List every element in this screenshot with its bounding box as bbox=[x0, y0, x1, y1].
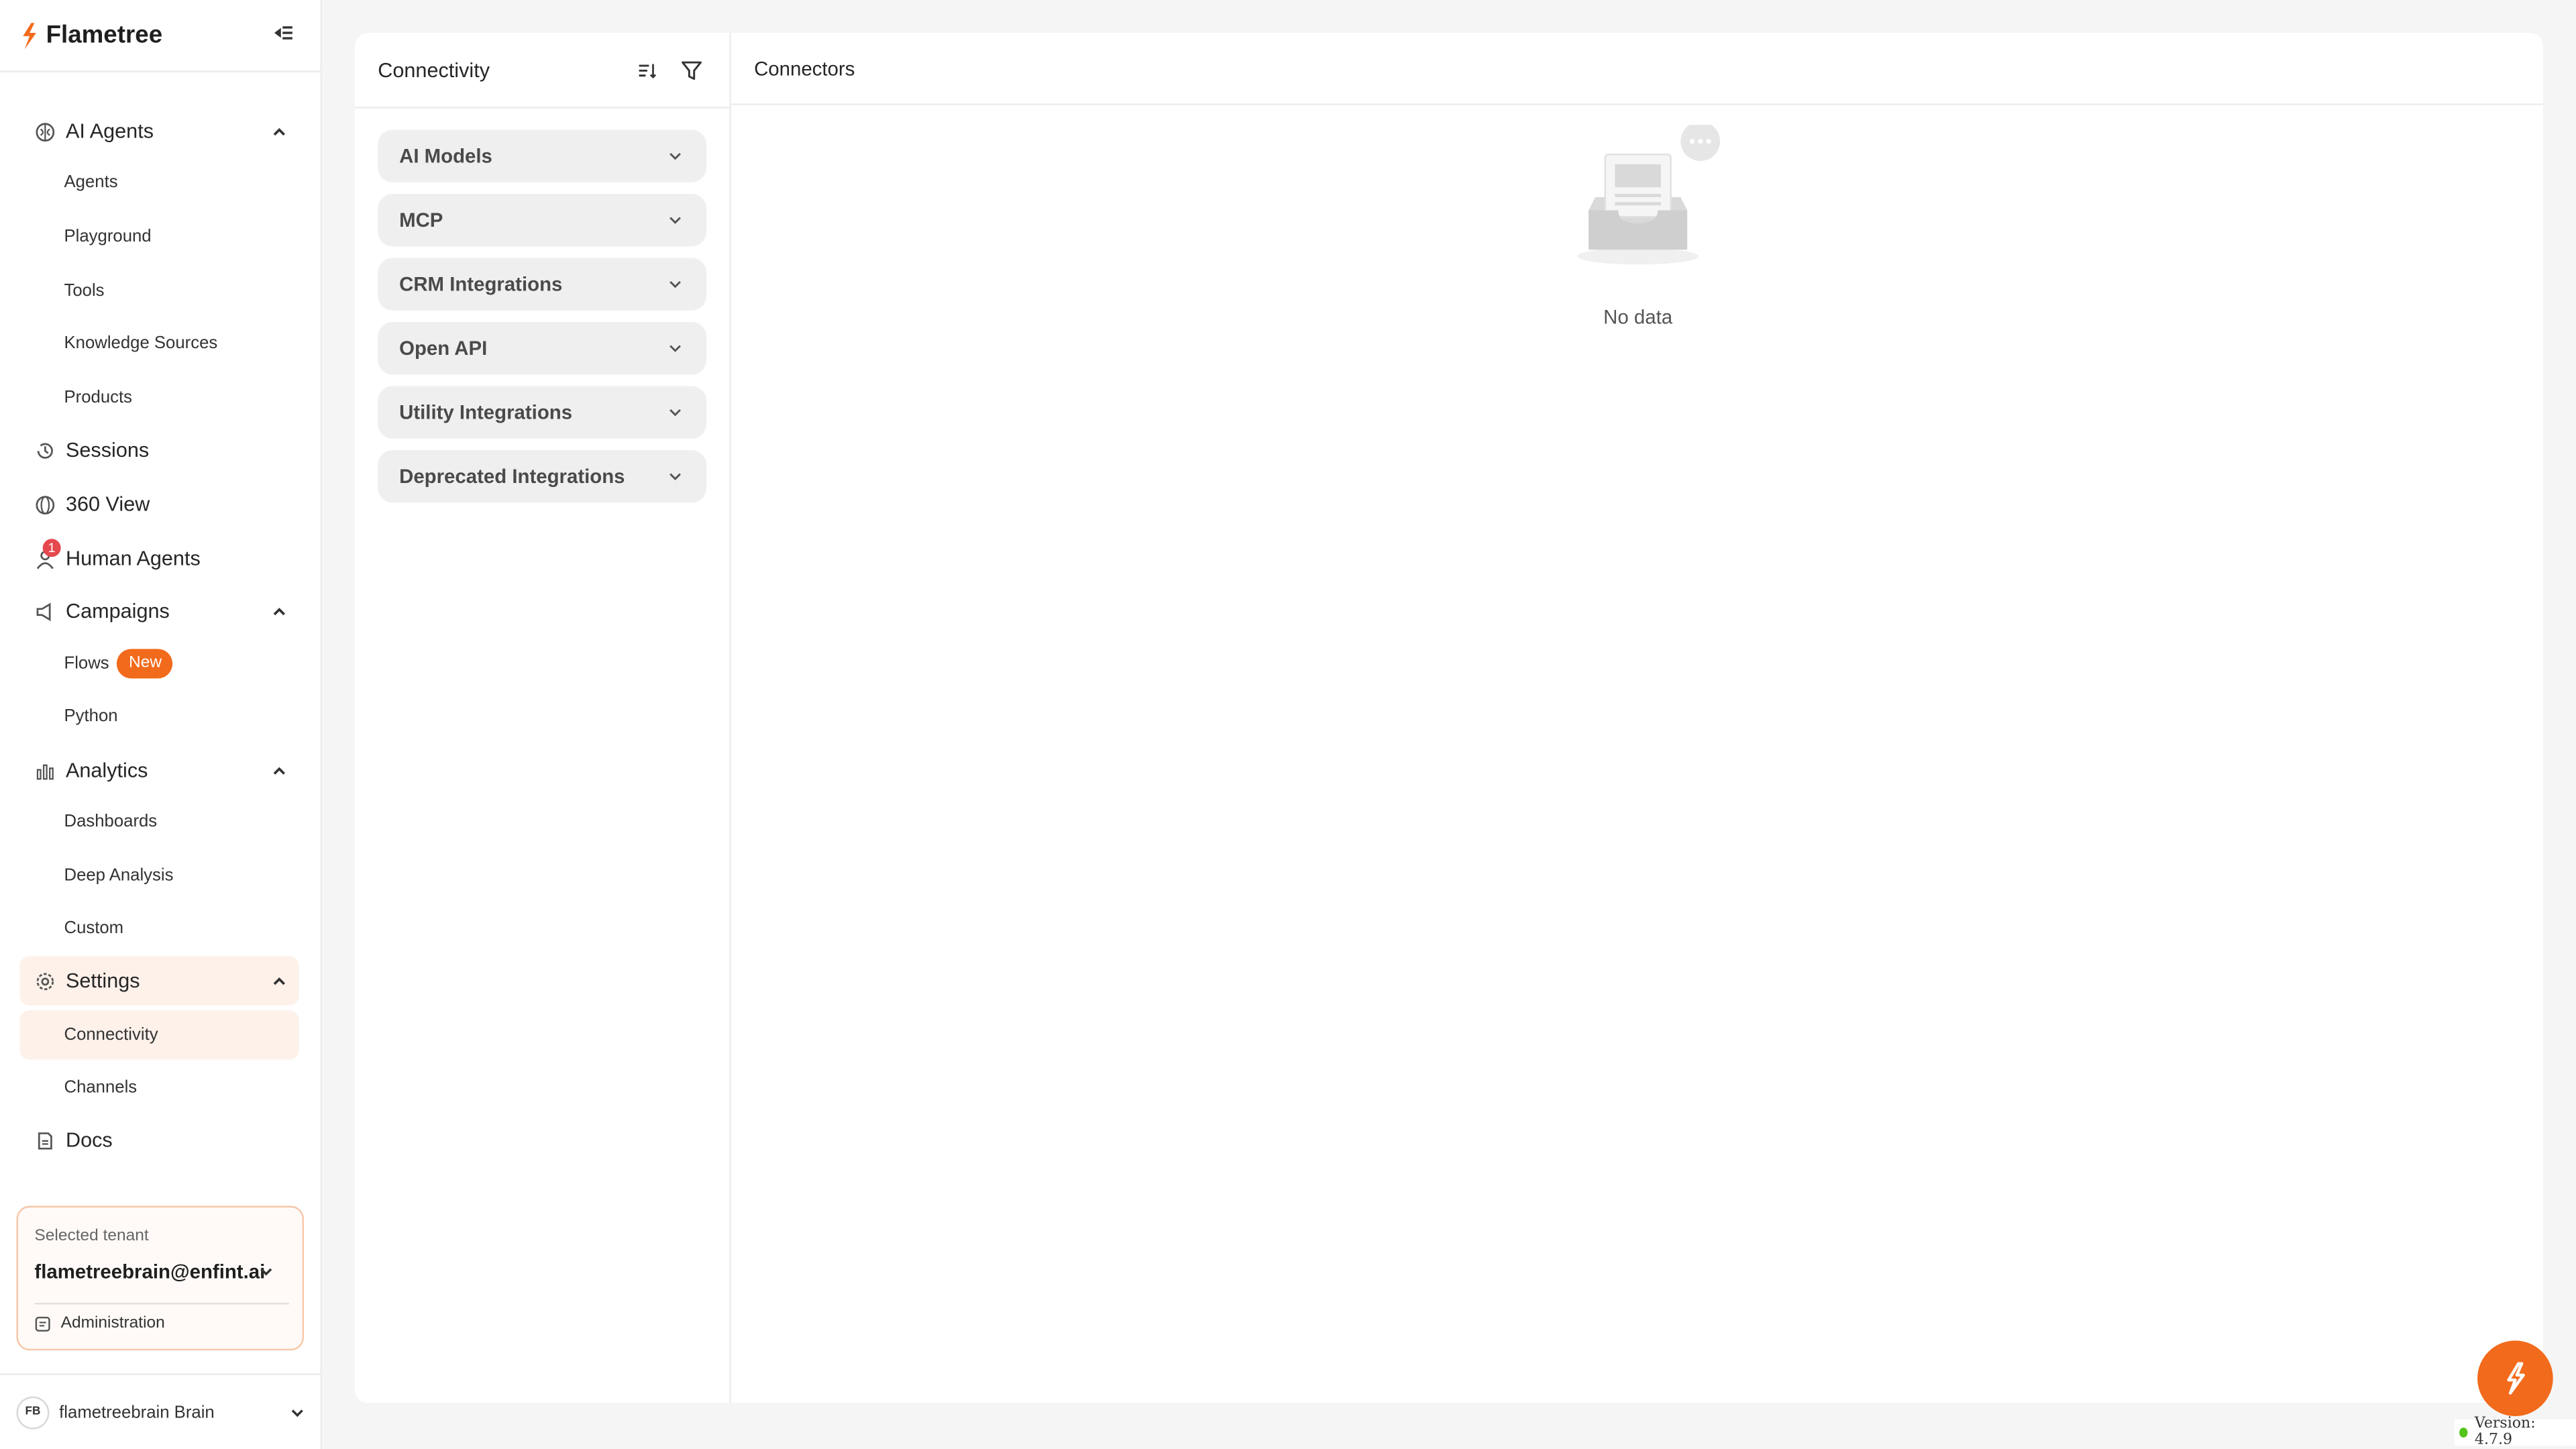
chevron-up-icon[interactable] bbox=[270, 121, 289, 141]
tenant-dropdown[interactable]: flametreebrain@enfint.ai bbox=[34, 1260, 265, 1283]
bar-chart-icon bbox=[33, 759, 56, 782]
brain-icon bbox=[33, 120, 56, 143]
chevron-down-icon bbox=[669, 409, 681, 417]
app-logo[interactable]: Flametree bbox=[19, 21, 162, 50]
divider bbox=[34, 1303, 290, 1305]
avatar: FB bbox=[16, 1395, 50, 1429]
user-name: flametreebrain Brain bbox=[59, 1402, 215, 1422]
nav-item-tools[interactable]: Tools bbox=[19, 268, 299, 314]
gear-icon bbox=[33, 969, 56, 992]
connectors-title: Connectors bbox=[754, 56, 855, 80]
nav-item-campaigns[interactable]: Campaigns bbox=[19, 586, 299, 635]
flame-logo-icon bbox=[23, 22, 36, 49]
tenant-label: Selected tenant bbox=[34, 1227, 149, 1246]
version-indicator: Version: 4.7.9 bbox=[2454, 1416, 2576, 1449]
sort-icon[interactable] bbox=[634, 58, 660, 84]
nav-item-dashboards[interactable]: Dashboards bbox=[19, 798, 299, 845]
chevron-down-icon[interactable] bbox=[258, 1263, 274, 1279]
category-deprecated-integrations[interactable]: Deprecated Integrations bbox=[378, 450, 707, 503]
empty-inbox-icon bbox=[1577, 121, 1721, 265]
empty-text: No data bbox=[1603, 305, 1673, 329]
nav-item-playground[interactable]: Playground bbox=[19, 213, 299, 260]
app-root: Flametree AI Agents Agents Playground To… bbox=[0, 0, 2576, 1449]
nav-item-docs[interactable]: Docs bbox=[19, 1116, 299, 1165]
nav-item-connectivity[interactable]: Connectivity bbox=[19, 1010, 299, 1060]
docs-icon bbox=[33, 1128, 56, 1151]
admin-icon bbox=[35, 1316, 50, 1331]
category-open-api[interactable]: Open API bbox=[378, 322, 707, 375]
nav-item-ai-agents[interactable]: AI Agents bbox=[19, 107, 299, 156]
page-title: Connectivity bbox=[378, 58, 490, 82]
administration-link[interactable]: Administration bbox=[34, 1314, 165, 1332]
megaphone-icon bbox=[33, 600, 56, 623]
version-label: Version: 4.7.9 bbox=[2474, 1416, 2536, 1449]
nav-item-python[interactable]: Python bbox=[19, 693, 299, 739]
flame-chat-icon bbox=[2507, 1362, 2525, 1395]
chevron-up-icon[interactable] bbox=[270, 971, 289, 990]
category-mcp[interactable]: MCP bbox=[378, 193, 707, 247]
nav-item-custom[interactable]: Custom bbox=[19, 905, 299, 951]
nav-item-flows[interactable]: Flows New bbox=[19, 641, 299, 687]
connectors-panel: Connectors No data bbox=[731, 33, 2544, 1403]
status-dot bbox=[2459, 1428, 2469, 1438]
connectors-header: Connectors bbox=[731, 33, 2544, 105]
chevron-down-icon[interactable] bbox=[289, 1405, 305, 1421]
sidebar-header: Flametree bbox=[0, 0, 321, 72]
nav-item-agents[interactable]: Agents bbox=[19, 160, 299, 206]
app-name: Flametree bbox=[46, 21, 163, 50]
user-menu[interactable]: FB flametreebrain Brain bbox=[0, 1373, 323, 1449]
notification-badge: 1 bbox=[42, 539, 61, 557]
chevron-down-icon bbox=[669, 217, 681, 224]
nav-item-settings[interactable]: Settings bbox=[19, 956, 299, 1006]
connectivity-header: Connectivity bbox=[354, 33, 730, 109]
nav-item-sessions[interactable]: Sessions bbox=[19, 425, 299, 474]
chevron-down-icon bbox=[669, 473, 681, 480]
globe-icon bbox=[33, 493, 56, 516]
nav-item-channels[interactable]: Channels bbox=[19, 1065, 299, 1111]
chevron-down-icon bbox=[669, 152, 681, 160]
nav-item-human-agents[interactable]: Human Agents bbox=[19, 534, 299, 583]
tenant-selector-card: Selected tenant flametreebrain@enfint.ai… bbox=[16, 1205, 305, 1351]
nav-item-analytics[interactable]: Analytics bbox=[19, 746, 299, 795]
filter-icon[interactable] bbox=[678, 58, 704, 84]
chevron-up-icon[interactable] bbox=[270, 761, 289, 780]
nav-item-360-view[interactable]: 360 View bbox=[19, 480, 299, 529]
chevron-down-icon bbox=[669, 280, 681, 288]
connectivity-panel: Connectivity AI Models MCP CRM Integrati… bbox=[354, 32, 731, 1403]
sidebar: Flametree AI Agents Agents Playground To… bbox=[0, 0, 323, 1449]
collapse-sidebar-icon[interactable] bbox=[271, 21, 294, 44]
nav-item-products[interactable]: Products bbox=[19, 374, 299, 421]
chevron-down-icon bbox=[669, 345, 681, 352]
history-icon bbox=[33, 439, 56, 462]
empty-state: No data bbox=[1552, 121, 1750, 338]
category-ai-models[interactable]: AI Models bbox=[378, 129, 707, 182]
nav-item-knowledge-sources[interactable]: Knowledge Sources bbox=[19, 321, 299, 367]
nav-item-deep-analysis[interactable]: Deep Analysis bbox=[19, 853, 299, 899]
main-content: Connectivity AI Models MCP CRM Integrati… bbox=[354, 32, 2544, 1403]
category-crm-integrations[interactable]: CRM Integrations bbox=[378, 258, 707, 311]
chat-button[interactable] bbox=[2477, 1340, 2553, 1417]
chevron-up-icon[interactable] bbox=[270, 601, 289, 621]
category-utility-integrations[interactable]: Utility Integrations bbox=[378, 386, 707, 439]
new-badge: New bbox=[117, 649, 174, 679]
